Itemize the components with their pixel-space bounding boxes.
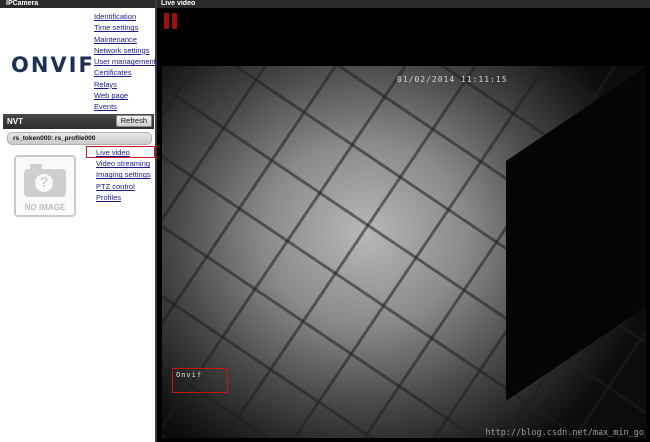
question-mark-icon: ? — [32, 171, 56, 195]
menu-item-network-settings[interactable]: Network settings — [94, 45, 156, 56]
pause-bar-left — [164, 13, 169, 29]
app-window: IPCamera ONVIF Identification Time setti… — [0, 0, 650, 442]
menu-item-events[interactable]: Events — [94, 101, 156, 112]
osd-text: Onvif — [176, 371, 203, 379]
settings-menu: Identification Time settings Maintenance… — [94, 11, 156, 113]
submenu-item-live-video[interactable]: Live video — [96, 147, 151, 158]
menu-item-web-page[interactable]: Web page — [94, 90, 156, 101]
video-timestamp: 01/02/2014 11:11:15 — [397, 75, 508, 84]
menu-item-certificates[interactable]: Certificates — [94, 67, 156, 78]
submenu-item-imaging-settings[interactable]: Imaging settings — [96, 169, 151, 180]
left-panel-title: IPCamera — [0, 0, 155, 8]
submenu-item-ptz-control[interactable]: PTZ control — [96, 181, 151, 192]
menu-item-user-management[interactable]: User management — [94, 56, 156, 67]
nvt-label: NVT — [7, 117, 23, 126]
menu-item-identification[interactable]: Identification — [94, 11, 156, 22]
menu-item-maintenance[interactable]: Maintenance — [94, 34, 156, 45]
watermark-text: http://blog.csdn.net/max_min_go — [485, 428, 644, 438]
device-profile-item[interactable]: rs_token000: rs_profile000 — [7, 132, 152, 145]
submenu-item-profiles[interactable]: Profiles — [96, 192, 151, 203]
live-video-frame: 01/02/2014 11:11:15 Onvif — [162, 66, 646, 438]
nvt-header: NVT Refresh — [3, 114, 154, 129]
no-image-label: NO IMAGE — [24, 203, 66, 212]
refresh-button[interactable]: Refresh — [115, 115, 152, 127]
device-info-box: ONVIF Identification Time settings Maint… — [3, 9, 156, 113]
no-image-placeholder: ? NO IMAGE — [14, 155, 76, 217]
pause-bar-right — [172, 13, 177, 29]
submenu-item-video-streaming[interactable]: Video streaming — [96, 158, 151, 169]
profile-submenu: Live video Video streaming Imaging setti… — [96, 147, 151, 203]
osd-text-box: Onvif — [172, 368, 228, 393]
right-panel: Live video 01/02/2014 11:11:15 Onvif htt… — [157, 0, 650, 442]
onvif-logo: ONVIF — [11, 53, 95, 77]
menu-item-relays[interactable]: Relays — [94, 79, 156, 90]
pause-icon[interactable] — [164, 13, 178, 29]
menu-item-time-settings[interactable]: Time settings — [94, 22, 156, 33]
right-panel-title: Live video — [157, 0, 650, 8]
left-panel: IPCamera ONVIF Identification Time setti… — [0, 0, 157, 442]
